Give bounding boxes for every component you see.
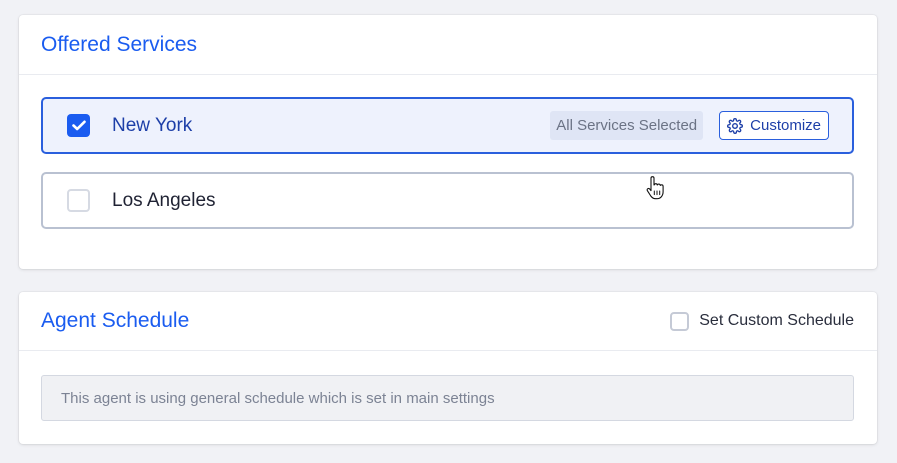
gear-icon <box>727 117 744 134</box>
hand-pointer-icon <box>646 176 664 200</box>
los-angeles-checkbox[interactable] <box>67 189 90 212</box>
custom-schedule-label: Set Custom Schedule <box>699 312 854 329</box>
offered-services-header: Offered Services <box>19 15 877 75</box>
agent-schedule-card: Agent Schedule Set Custom Schedule This … <box>19 292 877 444</box>
location-row-new-york[interactable]: New York All Services Selected Customize <box>41 97 854 154</box>
location-name: Los Angeles <box>112 189 216 211</box>
agent-schedule-title: Agent Schedule <box>41 309 190 332</box>
services-status-badge: All Services Selected <box>550 111 704 140</box>
customize-label: Customize <box>750 117 821 134</box>
custom-schedule-checkbox[interactable] <box>670 311 690 331</box>
location-row-los-angeles[interactable]: Los Angeles <box>41 172 854 229</box>
new-york-checkbox[interactable] <box>67 114 90 137</box>
location-name: New York <box>112 114 193 136</box>
customize-button[interactable]: Customize <box>719 111 829 140</box>
checkmark-icon <box>71 120 86 131</box>
offered-services-title: Offered Services <box>41 32 198 56</box>
custom-schedule-toggle[interactable]: Set Custom Schedule <box>670 311 854 331</box>
offered-services-card: Offered Services New York All Services S… <box>19 15 877 269</box>
agent-schedule-header: Agent Schedule Set Custom Schedule <box>19 292 877 351</box>
schedule-info-note: This agent is using general schedule whi… <box>41 375 854 421</box>
